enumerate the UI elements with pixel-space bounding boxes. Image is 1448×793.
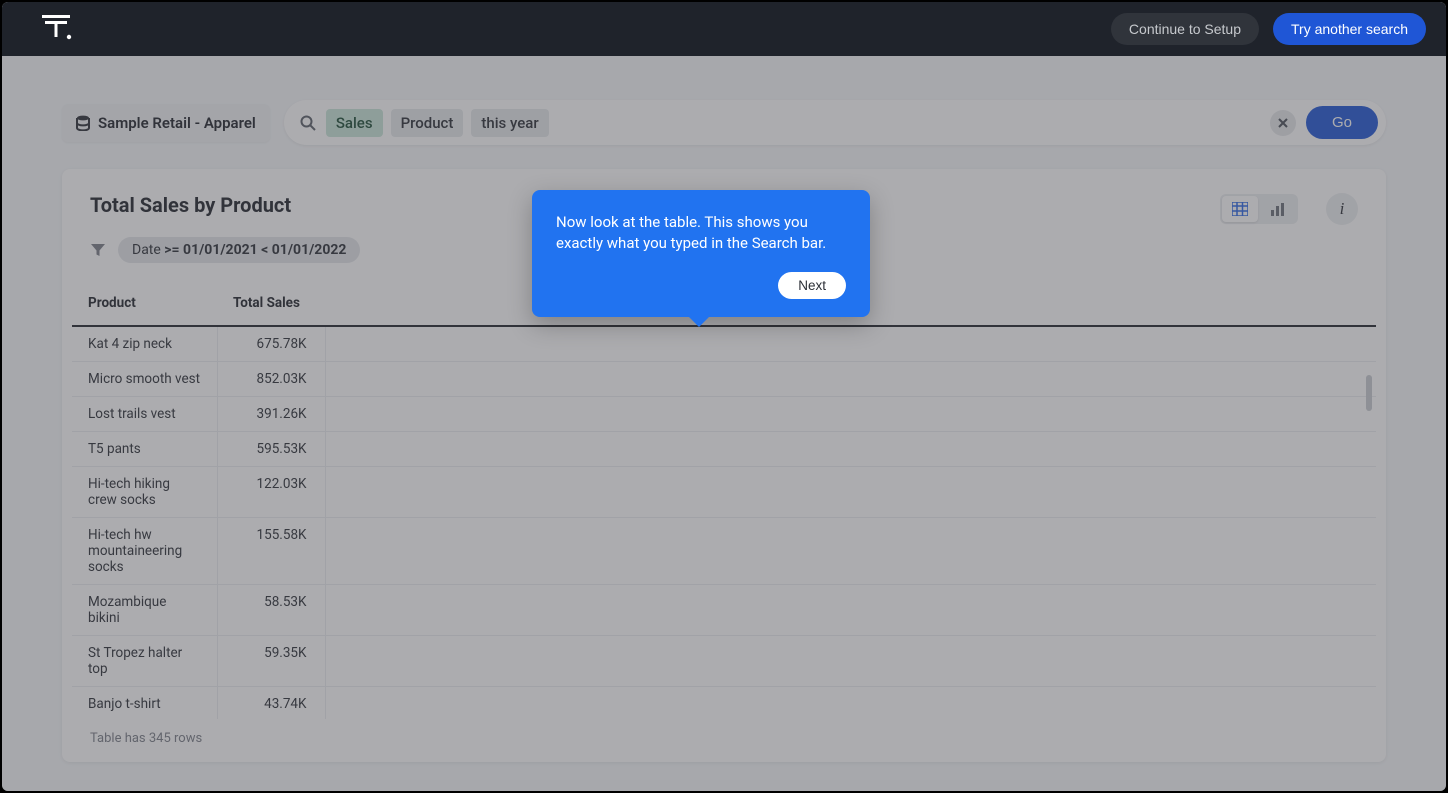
clear-search-button[interactable] — [1270, 110, 1296, 136]
search-token-product[interactable]: Product — [391, 109, 464, 137]
info-button[interactable]: i — [1326, 193, 1358, 225]
cell-product: Lost trails vest — [72, 397, 217, 432]
filter-prefix: Date — [132, 242, 161, 258]
cell-total-sales: 58.53K — [217, 585, 325, 636]
table-row[interactable]: Hi-tech hiking crew socks122.03K — [72, 467, 1376, 518]
cell-empty — [325, 518, 1376, 585]
go-button[interactable]: Go — [1306, 106, 1378, 139]
table-row[interactable]: Banjo t-shirt43.74K — [72, 687, 1376, 720]
cell-empty — [325, 432, 1376, 467]
popover-text: Now look at the table. This shows you ex… — [556, 212, 846, 254]
search-tokens: Sales Product this year — [326, 109, 1260, 137]
search-bar[interactable]: Sales Product this year Go — [284, 100, 1386, 145]
cell-product: T5 pants — [72, 432, 217, 467]
cell-total-sales: 391.26K — [217, 397, 325, 432]
table-row[interactable]: Hi-tech hw mountaineering socks155.58K — [72, 518, 1376, 585]
results-table: Product Total Sales Kat 4 zip neck675.78… — [72, 281, 1376, 762]
cell-total-sales: 595.53K — [217, 432, 325, 467]
table-row[interactable]: Micro smooth vest852.03K — [72, 362, 1376, 397]
try-another-search-button[interactable]: Try another search — [1273, 13, 1426, 45]
next-button[interactable]: Next — [778, 272, 846, 299]
onboarding-popover: Now look at the table. This shows you ex… — [532, 190, 870, 317]
cell-empty — [325, 636, 1376, 687]
cell-total-sales: 59.35K — [217, 636, 325, 687]
report-title: Total Sales by Product — [90, 193, 291, 217]
table-row[interactable]: T5 pants595.53K — [72, 432, 1376, 467]
app-logo — [42, 15, 78, 43]
table-row[interactable]: Kat 4 zip neck675.78K — [72, 327, 1376, 362]
table-row-count: Table has 345 rows — [72, 719, 1376, 762]
search-token-sales[interactable]: Sales — [326, 109, 383, 137]
scrollbar-thumb[interactable] — [1366, 375, 1372, 411]
table-row[interactable]: St Tropez halter top59.35K — [72, 636, 1376, 687]
cell-total-sales: 155.58K — [217, 518, 325, 585]
popover-arrow-icon — [687, 315, 711, 327]
cell-empty — [325, 467, 1376, 518]
database-icon — [76, 115, 90, 131]
table-row[interactable]: Mozambique bikini58.53K — [72, 585, 1376, 636]
cell-product: Mozambique bikini — [72, 585, 217, 636]
cell-empty — [325, 362, 1376, 397]
cell-empty — [325, 397, 1376, 432]
filter-expression: >= 01/01/2021 < 01/01/2022 — [164, 242, 346, 258]
view-toggle — [1220, 194, 1298, 224]
close-icon — [1278, 118, 1288, 128]
filter-icon — [90, 242, 106, 258]
data-source-selector[interactable]: Sample Retail - Apparel — [62, 104, 270, 142]
cell-product: Banjo t-shirt — [72, 687, 217, 720]
column-header-product[interactable]: Product — [72, 281, 217, 326]
cell-total-sales: 675.78K — [217, 327, 325, 362]
table-view-button[interactable] — [1222, 196, 1258, 222]
cell-product: Hi-tech hw mountaineering socks — [72, 518, 217, 585]
search-icon — [300, 115, 316, 131]
search-token-this-year[interactable]: this year — [471, 109, 548, 137]
continue-to-setup-button[interactable]: Continue to Setup — [1111, 13, 1259, 45]
cell-empty — [325, 687, 1376, 720]
table-icon — [1232, 202, 1248, 216]
top-bar: Continue to Setup Try another search — [2, 2, 1446, 56]
cell-product: Micro smooth vest — [72, 362, 217, 397]
chart-view-button[interactable] — [1260, 196, 1296, 222]
bar-chart-icon — [1270, 202, 1286, 216]
date-filter-chip[interactable]: Date >= 01/01/2021 < 01/01/2022 — [118, 237, 360, 263]
cell-empty — [325, 327, 1376, 362]
table-row[interactable]: Lost trails vest391.26K — [72, 397, 1376, 432]
cell-product: St Tropez halter top — [72, 636, 217, 687]
cell-empty — [325, 585, 1376, 636]
cell-product: Hi-tech hiking crew socks — [72, 467, 217, 518]
cell-product: Kat 4 zip neck — [72, 327, 217, 362]
column-header-total-sales[interactable]: Total Sales — [217, 281, 325, 326]
cell-total-sales: 852.03K — [217, 362, 325, 397]
cell-total-sales: 122.03K — [217, 467, 325, 518]
cell-total-sales: 43.74K — [217, 687, 325, 720]
data-source-name: Sample Retail - Apparel — [98, 114, 256, 132]
